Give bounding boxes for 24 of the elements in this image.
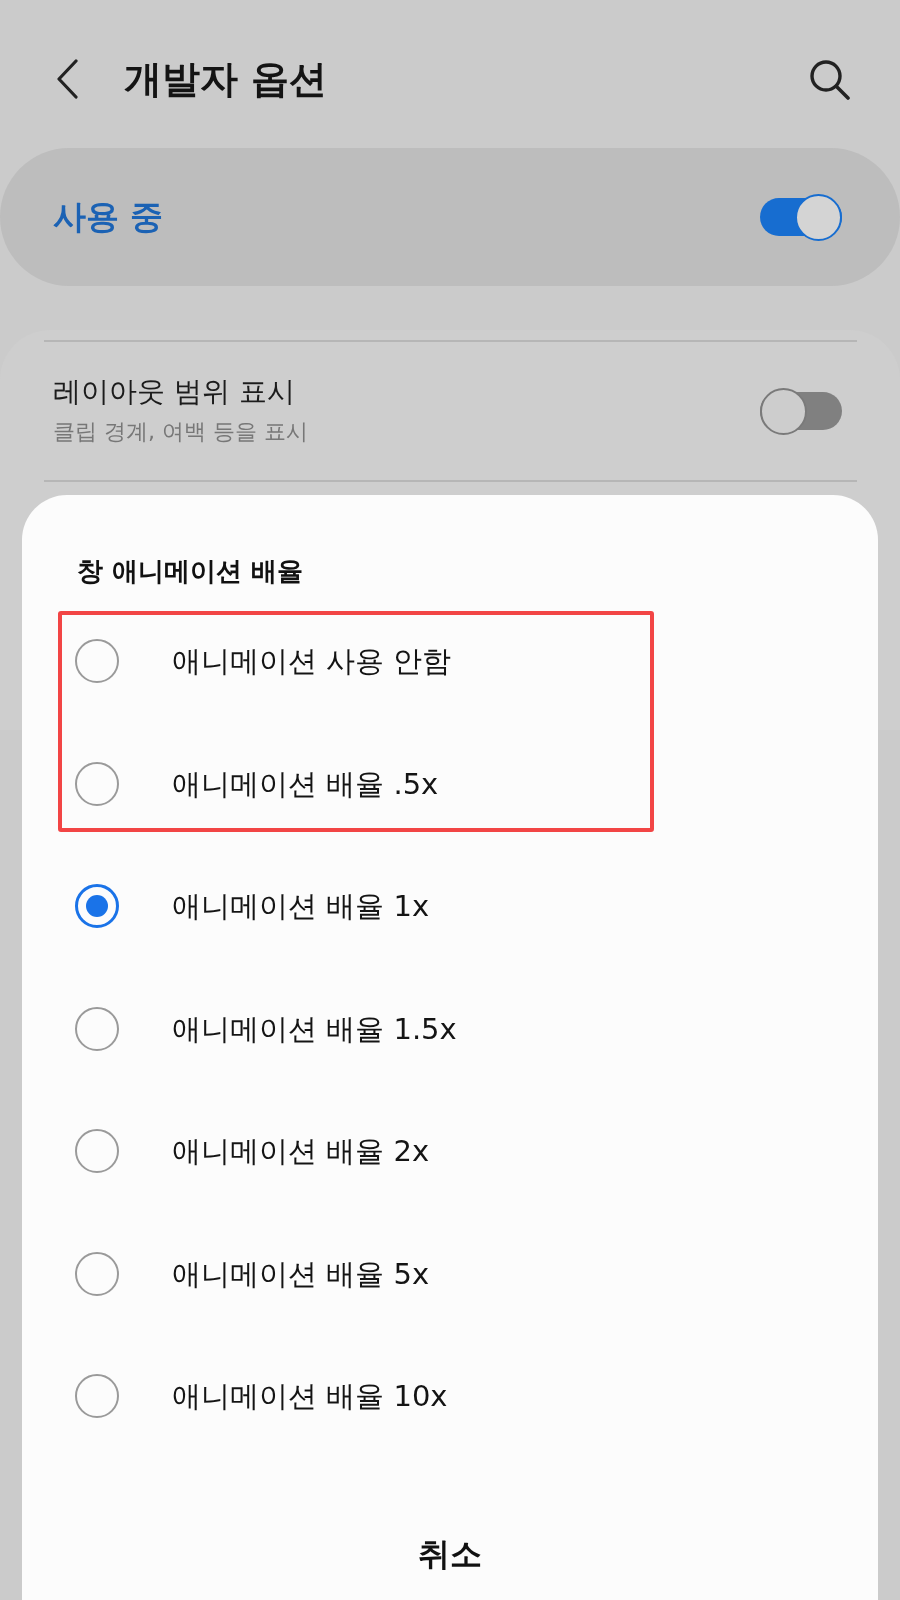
radio-button[interactable] bbox=[75, 639, 119, 684]
toggle-switch[interactable] bbox=[760, 193, 842, 241]
setting-title: 레이아웃 범위 표시 bbox=[53, 374, 296, 410]
radio-button[interactable] bbox=[75, 1006, 119, 1051]
radio-button[interactable] bbox=[75, 1374, 119, 1419]
setting-subtitle: 클립 경계, 여백 등을 표시 bbox=[53, 418, 308, 446]
dialog-title: 창 애니메이션 배율 bbox=[77, 555, 304, 588]
radio-button[interactable] bbox=[75, 1129, 119, 1174]
page-title: 개발자 옵션 bbox=[124, 56, 328, 103]
switch-label: 사용 중 bbox=[53, 196, 164, 238]
option-label: 애니메이션 배율 10x bbox=[172, 1378, 448, 1416]
back-icon[interactable] bbox=[56, 59, 80, 99]
option-label: 애니메이션 배율 2x bbox=[172, 1133, 430, 1171]
option-label: 애니메이션 배율 5x bbox=[172, 1255, 430, 1293]
radio-button[interactable] bbox=[75, 884, 119, 929]
option-label: 애니메이션 배율 .5x bbox=[172, 765, 439, 803]
cancel-button[interactable]: 취소 bbox=[388, 1514, 512, 1595]
option-label: 애니메이션 배율 1.5x bbox=[172, 1010, 457, 1048]
option-label: 애니메이션 사용 안함 bbox=[172, 643, 452, 681]
radio-button[interactable] bbox=[75, 761, 119, 806]
search-icon[interactable] bbox=[809, 58, 851, 100]
option-label: 애니메이션 배율 1x bbox=[172, 888, 430, 926]
toggle-switch[interactable] bbox=[760, 387, 842, 435]
radio-button[interactable] bbox=[75, 1251, 119, 1296]
